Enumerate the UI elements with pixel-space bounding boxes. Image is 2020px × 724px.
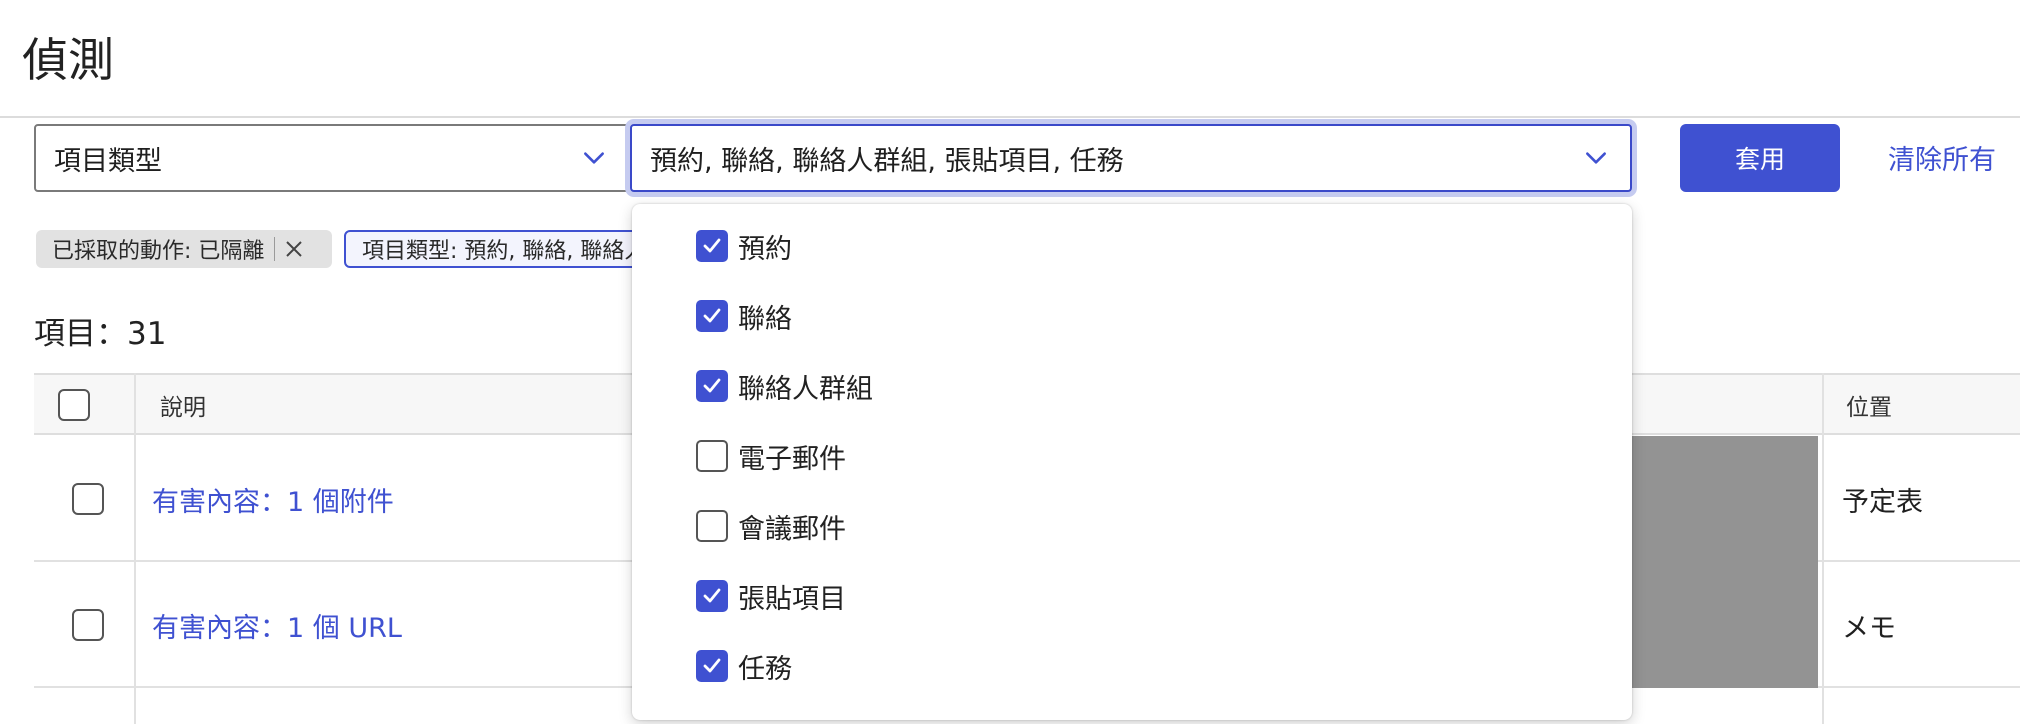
filter-chip-label: 已採取的動作: 已隔離	[52, 239, 265, 264]
filter-values-select[interactable]: 預約, 聯絡, 聯絡人群組, 張貼項目, 任務	[630, 124, 1632, 192]
option-appointment[interactable]: 預約	[696, 226, 792, 266]
option-checkbox[interactable]	[696, 300, 728, 332]
item-type-dropdown: 預約 聯絡 聯絡人群組 電子郵件 會議郵件 張貼項目 任務	[632, 204, 1632, 720]
checkmark-icon	[703, 378, 721, 393]
items-count-value: 31	[127, 316, 167, 352]
items-count-label: 項目：	[34, 316, 127, 352]
option-task[interactable]: 任務	[696, 646, 792, 686]
option-checkbox[interactable]	[696, 580, 728, 612]
chevron-down-icon	[578, 142, 610, 174]
page-title: 偵測	[22, 33, 114, 87]
option-label: 會議郵件	[738, 513, 846, 545]
option-label: 張貼項目	[738, 583, 846, 615]
checkmark-icon	[703, 308, 721, 323]
option-label: 預約	[738, 233, 792, 265]
option-checkbox[interactable]	[696, 370, 728, 402]
checkmark-icon	[703, 588, 721, 603]
option-contact[interactable]: 聯絡	[696, 296, 792, 336]
clear-all-link[interactable]: 清除所有	[1888, 138, 1996, 177]
option-meeting-email[interactable]: 會議郵件	[696, 506, 846, 546]
select-all-checkbox[interactable]	[58, 389, 90, 421]
option-checkbox[interactable]	[696, 230, 728, 262]
chevron-down-icon	[1580, 142, 1612, 174]
row-checkbox[interactable]	[72, 609, 104, 641]
header-divider	[0, 116, 2020, 118]
row-description-link[interactable]: 有害內容：1 個 URL	[152, 606, 402, 645]
filter-chip-item-type[interactable]: 項目類型: 預約, 聯絡, 聯絡人群組, 張貼項目, 任務	[344, 230, 644, 268]
checkmark-icon	[703, 238, 721, 253]
row-location: 予定表	[1842, 487, 1923, 518]
apply-button[interactable]: 套用	[1680, 124, 1840, 192]
option-email[interactable]: 電子郵件	[696, 436, 846, 476]
row-description-link[interactable]: 有害內容：1 個附件	[152, 480, 394, 519]
row-location: メモ	[1842, 613, 1896, 644]
column-header-location[interactable]: 位置	[1846, 375, 1892, 435]
option-label: 聯絡人群組	[738, 373, 873, 405]
chip-divider	[274, 237, 276, 261]
row-checkbox-cell	[72, 609, 104, 641]
row-checkbox[interactable]	[72, 483, 104, 515]
option-checkbox[interactable]	[696, 510, 728, 542]
checkmark-icon	[703, 658, 721, 673]
close-icon[interactable]	[285, 240, 303, 258]
option-label: 聯絡	[738, 303, 792, 335]
column-header-description[interactable]: 說明	[160, 375, 206, 435]
select-all-cell	[58, 375, 90, 435]
filter-type-value: 項目類型	[54, 145, 162, 177]
option-checkbox[interactable]	[696, 440, 728, 472]
filter-chip-label: 項目類型: 預約, 聯絡, 聯絡人群組, 張貼項目, 任務	[362, 239, 644, 264]
option-label: 任務	[738, 653, 792, 685]
option-checkbox[interactable]	[696, 650, 728, 682]
filter-chip-action: 已採取的動作: 已隔離	[36, 230, 332, 268]
option-label: 電子郵件	[738, 443, 846, 475]
row-checkbox-cell	[72, 483, 104, 515]
filter-type-select[interactable]: 項目類型	[34, 124, 630, 192]
items-count: 項目：31	[34, 308, 166, 353]
option-post-item[interactable]: 張貼項目	[696, 576, 846, 616]
redacted-block	[1604, 436, 1818, 688]
filter-values-value: 預約, 聯絡, 聯絡人群組, 張貼項目, 任務	[650, 145, 1124, 177]
option-contact-group[interactable]: 聯絡人群組	[696, 366, 873, 406]
